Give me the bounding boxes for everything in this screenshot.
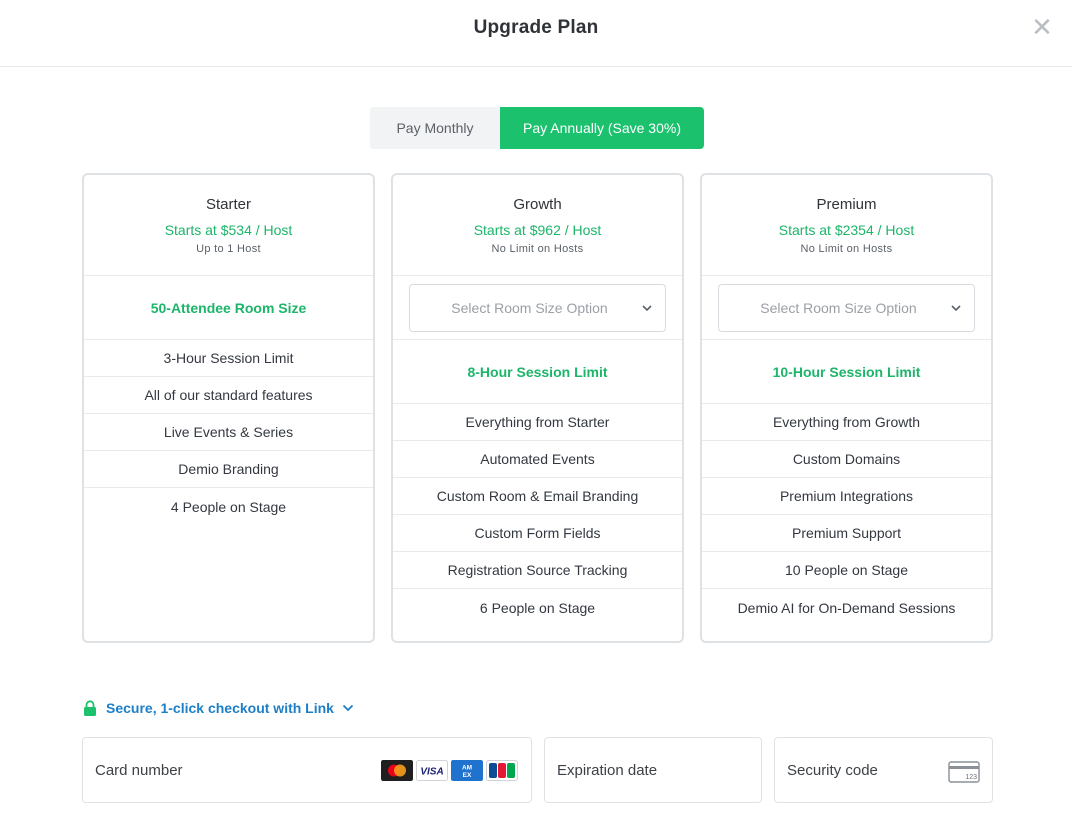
session-limit-label: 10-Hour Session Limit [772, 363, 921, 380]
feature-item: 3-Hour Session Limit [84, 340, 373, 377]
plan-name: Starter [205, 196, 251, 213]
pay-monthly-button[interactable]: Pay Monthly [370, 107, 500, 149]
security-code-field[interactable]: Security code 123 [774, 737, 993, 803]
feature-item: Everything from Growth [702, 404, 991, 441]
plan-card-starter[interactable]: Starter Starts at $534 / Host Up to 1 Ho… [82, 173, 375, 643]
session-limit-row: 8-Hour Session Limit [393, 340, 682, 404]
room-size-row: Select Room Size Option [393, 276, 682, 340]
modal-title: Upgrade Plan [473, 17, 599, 38]
secure-checkout-link[interactable]: Secure, 1-click checkout with Link [83, 700, 354, 716]
cvc-card-icon: 123 [948, 761, 980, 783]
room-size-select-placeholder: Select Room Size Option [760, 299, 917, 316]
session-limit-row: 10-Hour Session Limit [702, 340, 991, 404]
plan-cards: Starter Starts at $534 / Host Up to 1 Ho… [82, 173, 993, 643]
feature-item: Demio AI for On-Demand Sessions [737, 599, 956, 616]
feature-item: Premium Integrations [702, 478, 991, 515]
plan-hosts: No Limit on Hosts [491, 243, 584, 255]
pay-annually-button[interactable]: Pay Annually (Save 30%) [500, 107, 704, 149]
feature-item: Premium Support [702, 515, 991, 552]
plan-price: Starts at $962 / Host [473, 222, 602, 238]
feature-item: 4 People on Stage [170, 498, 287, 515]
expiration-date-label: Expiration date [557, 761, 658, 779]
plan-header: Starter Starts at $534 / Host Up to 1 Ho… [84, 175, 373, 276]
plan-price: Starts at $534 / Host [164, 222, 293, 238]
feature-item: 10 People on Stage [702, 552, 991, 589]
plan-card-growth[interactable]: Growth Starts at $962 / Host No Limit on… [391, 173, 684, 643]
jcb-icon [486, 760, 518, 781]
expiration-date-field[interactable]: Expiration date [544, 737, 762, 803]
plan-name: Growth [513, 196, 562, 213]
plan-header: Growth Starts at $962 / Host No Limit on… [393, 175, 682, 276]
chevron-down-icon [342, 704, 354, 712]
room-size-row: Select Room Size Option [702, 276, 991, 340]
room-size-select-placeholder: Select Room Size Option [451, 299, 608, 316]
amex-icon: AM EX [451, 760, 483, 781]
feature-item: All of our standard features [84, 377, 373, 414]
feature-item: Demio Branding [84, 451, 373, 488]
feature-item: Everything from Starter [393, 404, 682, 441]
room-size-select[interactable]: Select Room Size Option [409, 283, 666, 332]
room-size-row: 50-Attendee Room Size [84, 276, 373, 340]
room-size-label: 50-Attendee Room Size [150, 299, 307, 316]
card-number-label: Card number [95, 761, 183, 779]
modal-header: Upgrade Plan ✕ [0, 0, 1072, 67]
security-code-label: Security code [787, 761, 878, 779]
session-limit-label: 8-Hour Session Limit [467, 363, 608, 380]
plan-price: Starts at $2354 / Host [778, 222, 915, 238]
plan-name: Premium [816, 196, 877, 213]
cvc-hint-text: 123 [965, 774, 977, 781]
svg-text:VISA: VISA [420, 767, 443, 778]
feature-item: Automated Events [393, 441, 682, 478]
plan-card-premium[interactable]: Premium Starts at $2354 / Host No Limit … [700, 173, 993, 643]
plan-header: Premium Starts at $2354 / Host No Limit … [702, 175, 991, 276]
room-size-select[interactable]: Select Room Size Option [718, 283, 975, 332]
secure-checkout-label: Secure, 1-click checkout with Link [106, 700, 334, 716]
chevron-down-icon [642, 304, 652, 311]
close-icon[interactable]: ✕ [1030, 14, 1054, 42]
billing-toggle: Pay Monthly Pay Annually (Save 30%) [370, 107, 704, 149]
visa-icon: VISA [416, 760, 448, 781]
feature-item: Custom Room & Email Branding [393, 478, 682, 515]
svg-text:AM: AM [462, 765, 472, 772]
feature-item: Registration Source Tracking [393, 552, 682, 589]
feature-item: Custom Domains [702, 441, 991, 478]
svg-text:EX: EX [463, 772, 472, 779]
chevron-down-icon [951, 304, 961, 311]
plan-hosts: No Limit on Hosts [800, 243, 893, 255]
mastercard-icon [381, 760, 413, 781]
lock-icon [84, 700, 96, 716]
card-number-field[interactable]: Card number VISA AM EX [82, 737, 532, 803]
feature-item: Live Events & Series [84, 414, 373, 451]
card-brand-logos: VISA AM EX [381, 760, 518, 781]
plan-hosts: Up to 1 Host [196, 243, 261, 255]
feature-item: 6 People on Stage [479, 599, 596, 616]
feature-item: Custom Form Fields [393, 515, 682, 552]
